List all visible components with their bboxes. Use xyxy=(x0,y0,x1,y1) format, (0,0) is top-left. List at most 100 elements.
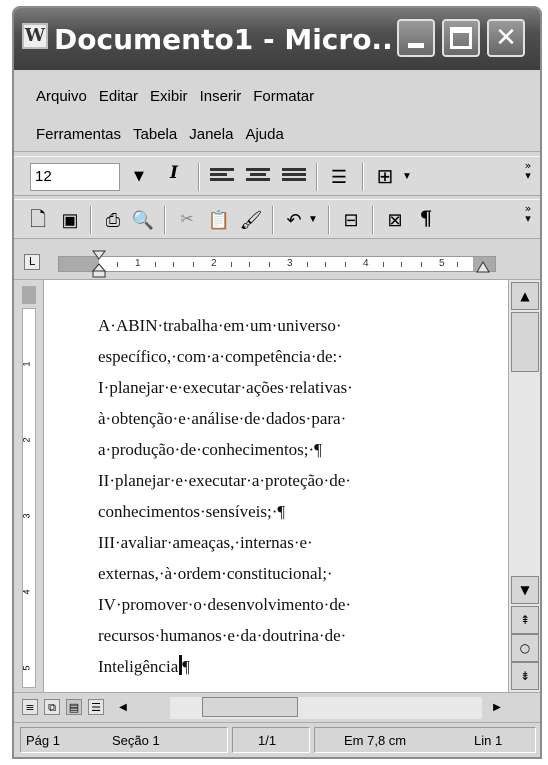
font-size-dropdown-icon[interactable]: ▼ xyxy=(129,163,149,191)
menu-janela[interactable]: Janela xyxy=(189,126,233,143)
borders-icon[interactable]: ⊞ xyxy=(372,163,398,191)
menu-exibir[interactable]: Exibir xyxy=(150,88,188,105)
document-icon: W xyxy=(22,23,48,49)
paste-icon[interactable]: 📋 xyxy=(206,206,232,234)
vertical-ruler[interactable]: 1 2 3 4 5 xyxy=(14,280,44,692)
toolbar-options-icon[interactable]: » ▾ xyxy=(522,160,534,181)
scroll-right-icon[interactable]: ▶ xyxy=(488,699,506,717)
insert-table-icon[interactable]: ⊟ xyxy=(338,206,364,234)
outline-view-icon[interactable]: ☰ xyxy=(88,699,104,715)
toolbar-options-icon[interactable]: » ▾ xyxy=(522,203,534,224)
web-layout-view-icon[interactable]: ⧉ xyxy=(44,699,60,715)
scroll-down-icon[interactable]: ▼ xyxy=(511,576,539,604)
close-button[interactable]: ✕ xyxy=(487,19,525,57)
document-text[interactable]: A·ABIN·trabalha·em·um·universo· específi… xyxy=(98,310,498,682)
undo-icon[interactable]: ↶ xyxy=(282,206,306,234)
new-document-icon[interactable]: 🗋 xyxy=(26,206,50,234)
ruler-label: 2 xyxy=(211,258,217,269)
vertical-scrollbar[interactable]: ▲ ▼ ⇞ ○ ⇟ xyxy=(508,280,540,692)
text-line: conhecimentos·sensíveis;·¶ xyxy=(98,502,286,521)
indent-marker-icon[interactable] xyxy=(92,250,106,278)
status-pages: 1/1 xyxy=(258,733,277,748)
print-icon[interactable]: ⎙ xyxy=(100,206,126,234)
normal-view-icon[interactable]: ≡ xyxy=(22,699,38,715)
ruler-tick xyxy=(457,262,458,267)
ruler-tick xyxy=(231,262,232,267)
menu-bar: Arquivo Editar Exibir Inserir Formatar F… xyxy=(14,72,540,152)
ruler-tick xyxy=(345,262,346,267)
menu-inserir[interactable]: Inserir xyxy=(200,88,242,105)
toolbar-separator xyxy=(198,163,200,191)
borders-dropdown-icon[interactable]: ▼ xyxy=(400,163,414,191)
undo-dropdown-icon[interactable]: ▼ xyxy=(306,206,320,234)
justify-icon[interactable] xyxy=(282,168,306,186)
ruler-tick xyxy=(421,262,422,267)
align-left-icon[interactable] xyxy=(210,168,234,186)
menu-row-2: Ferramentas Tabela Janela Ajuda xyxy=(36,126,284,143)
show-formatting-marks-icon[interactable]: ¶ xyxy=(414,206,438,234)
document-map-icon[interactable]: ⊠ xyxy=(382,206,408,234)
ruler-label: 2 xyxy=(21,437,32,443)
maximize-button[interactable] xyxy=(442,19,480,57)
print-layout-view-icon[interactable]: ▤ xyxy=(66,699,82,715)
text-line: I·planejar·e·executar·ações·relativas· xyxy=(98,378,353,397)
next-page-icon[interactable]: ⇟ xyxy=(511,662,539,690)
word-window: W Documento1 - Micro... ✕ Arquivo Editar… xyxy=(12,6,542,759)
document-area: L 1 2 3 4 5 1 2 3 4 5 A·ABIN·trabalha·em… xyxy=(14,244,540,692)
toolbar-separator xyxy=(90,206,92,234)
status-position: Em 7,8 cm xyxy=(344,733,407,748)
select-browse-object-icon[interactable]: ○ xyxy=(511,634,539,662)
scroll-left-icon[interactable]: ◀ xyxy=(114,699,132,717)
maximize-icon xyxy=(450,27,472,49)
horizontal-ruler[interactable]: L 1 2 3 4 5 xyxy=(14,244,540,280)
ruler-label: 1 xyxy=(21,361,32,367)
status-bar: Pág 1 Seção 1 1/1 Em 7,8 cm Lin 1 xyxy=(14,722,540,757)
minimize-button[interactable] xyxy=(397,19,435,57)
ruler-label: 3 xyxy=(21,513,32,519)
text-line: II·planejar·e·executar·a·proteção·de· xyxy=(98,471,351,490)
right-indent-marker-icon[interactable] xyxy=(476,260,490,278)
menu-formatar[interactable]: Formatar xyxy=(253,88,314,105)
horizontal-scroll-thumb[interactable] xyxy=(202,697,298,717)
ruler-tick xyxy=(249,262,250,267)
standard-toolbar: 🗋 ▣ ⎙ 🔍 ✂ 📋 🖌 ↶ ▼ ⊟ ⊠ ¶ » ▾ xyxy=(14,199,540,239)
last-line-text: Inteligência xyxy=(98,657,179,676)
horizontal-scrollbar-area: ≡ ⧉ ▤ ☰ ◀ ▶ xyxy=(14,692,540,722)
ruler-label: 5 xyxy=(439,258,445,269)
close-icon: ✕ xyxy=(495,23,517,53)
title-bar[interactable]: W Documento1 - Micro... ✕ xyxy=(14,8,540,70)
status-line: Lin 1 xyxy=(474,733,503,748)
text-line: específico,·com·a·competência·de:· xyxy=(98,347,343,366)
ruler-label: 5 xyxy=(21,665,32,671)
format-painter-icon[interactable]: 🖌 xyxy=(238,206,264,234)
ruler-tick xyxy=(269,262,270,267)
menu-arquivo[interactable]: Arquivo xyxy=(36,88,87,105)
align-center-icon[interactable] xyxy=(246,168,270,186)
minimize-icon xyxy=(408,43,424,48)
menu-editar[interactable]: Editar xyxy=(99,88,138,105)
cut-icon[interactable]: ✂ xyxy=(174,206,200,234)
font-size-field[interactable]: 12 xyxy=(30,163,120,191)
ruler-tick xyxy=(401,262,402,267)
ruler-label: 4 xyxy=(21,589,32,595)
ruler-label: 3 xyxy=(287,258,293,269)
vertical-scroll-thumb[interactable] xyxy=(511,312,539,372)
text-line: a·produção·de·conhecimentos;·¶ xyxy=(98,440,322,459)
status-page: Pág 1 xyxy=(26,733,60,748)
previous-page-icon[interactable]: ⇞ xyxy=(511,606,539,634)
save-icon[interactable]: ▣ xyxy=(58,206,82,234)
menu-ajuda[interactable]: Ajuda xyxy=(245,126,283,143)
scroll-up-icon[interactable]: ▲ xyxy=(511,282,539,310)
text-line: A·ABIN·trabalha·em·um·universo· xyxy=(98,316,342,335)
toolbar-separator xyxy=(272,206,274,234)
ruler-track[interactable]: 1 2 3 4 5 xyxy=(58,256,496,272)
print-preview-icon[interactable]: 🔍 xyxy=(130,206,156,234)
tab-selector-icon[interactable]: L xyxy=(24,254,40,270)
ruler-tick xyxy=(193,262,194,267)
menu-ferramentas[interactable]: Ferramentas xyxy=(36,126,121,143)
italic-button[interactable]: I xyxy=(162,163,186,191)
text-line: à·obtenção·e·análise·de·dados·para· xyxy=(98,409,347,428)
text-line: IV·promover·o·desenvolvimento·de· xyxy=(98,595,352,614)
numbered-list-icon[interactable]: ☰ xyxy=(326,163,352,191)
menu-tabela[interactable]: Tabela xyxy=(133,126,177,143)
